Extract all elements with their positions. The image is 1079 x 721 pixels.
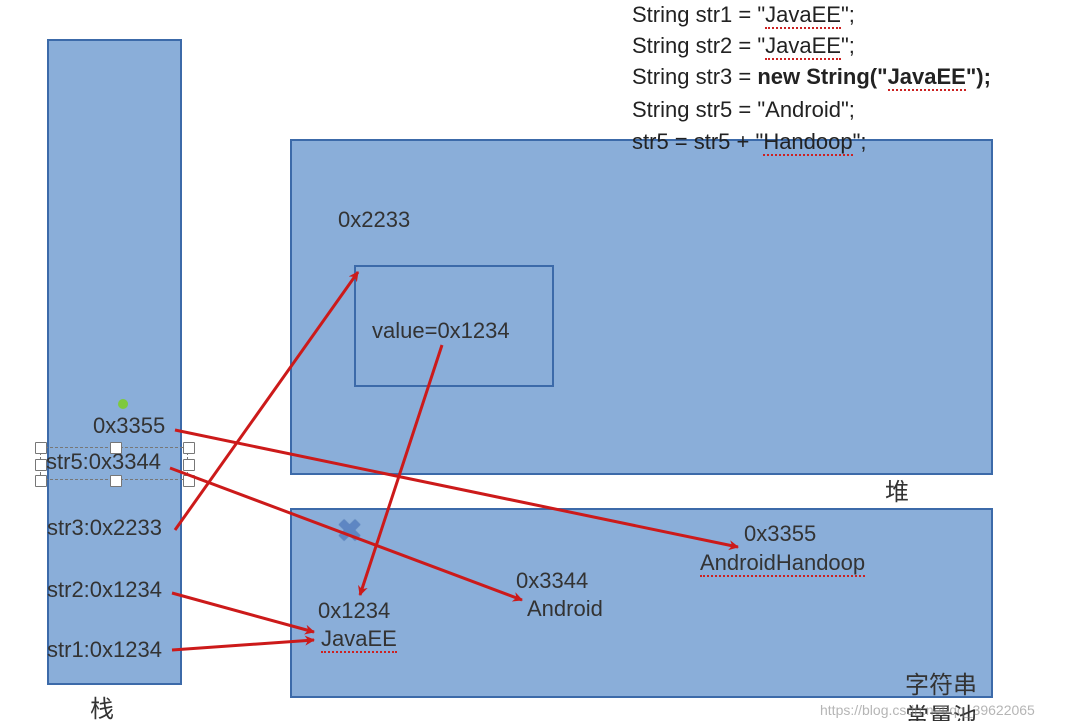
- pool-e3-addr: 0x3355: [744, 521, 816, 547]
- code-text: ");: [966, 64, 991, 89]
- code-text: String str5 = "Android";: [632, 97, 855, 122]
- heap-object-value: value=0x1234: [372, 318, 510, 344]
- stack-str2: str2:0x1234: [47, 577, 162, 603]
- code-text: Handoop: [763, 129, 852, 156]
- diagram-canvas: 栈 堆 字符串 常量池 0x2233 value=0x1234 String s…: [0, 0, 1079, 721]
- watermark: https://blog.csdn.net/qq_39622065: [820, 702, 1035, 718]
- code-text: ";: [853, 129, 867, 154]
- code-text: new String(": [757, 64, 887, 89]
- selection-handle[interactable]: [35, 459, 47, 471]
- text: JavaEE: [321, 626, 397, 653]
- selection-handle[interactable]: [183, 442, 195, 454]
- code-text: String str2 = ": [632, 33, 765, 58]
- stack-new-addr: 0x3355: [93, 413, 165, 439]
- code-text: ";: [841, 2, 855, 27]
- text: AndroidHandoop: [700, 550, 865, 577]
- pool-e1-addr: 0x1234: [318, 598, 390, 624]
- pool-label-top: 字符串: [905, 665, 977, 700]
- pool-e3-val: AndroidHandoop: [700, 550, 865, 576]
- code-line-2: String str2 = "JavaEE";: [632, 31, 855, 61]
- pool-e1-val: JavaEE: [321, 626, 397, 652]
- code-line-4: String str5 = "Android";: [632, 95, 855, 125]
- rotate-handle[interactable]: [118, 399, 128, 409]
- selection-handle[interactable]: [183, 475, 195, 487]
- pool-e2-addr: 0x3344: [516, 568, 588, 594]
- code-line-3: String str3 = new String("JavaEE");: [632, 62, 991, 92]
- code-line-5: str5 = str5 + "Handoop";: [632, 127, 867, 157]
- pool-e2-val: Android: [527, 596, 603, 622]
- stack-str1: str1:0x1234: [47, 637, 162, 663]
- selection-handle[interactable]: [35, 442, 47, 454]
- selection-handle[interactable]: [110, 475, 122, 487]
- pool-box: [290, 508, 993, 698]
- selection-handle[interactable]: [110, 442, 122, 454]
- code-text: String str3 =: [632, 64, 757, 89]
- stack-str5: str5:0x3344: [46, 449, 161, 475]
- code-text: String str1 = ": [632, 2, 765, 27]
- code-text: str5 = str5 + ": [632, 129, 763, 154]
- delete-x-icon: ✖: [337, 514, 362, 549]
- heap-object-addr: 0x2233: [338, 207, 410, 233]
- code-text: ";: [841, 33, 855, 58]
- code-text: JavaEE: [765, 33, 841, 60]
- heap-label: 堆: [885, 472, 909, 507]
- stack-label: 栈: [90, 689, 114, 721]
- code-text: JavaEE: [888, 64, 966, 91]
- selection-handle[interactable]: [183, 459, 195, 471]
- code-line-1: String str1 = "JavaEE";: [632, 0, 855, 30]
- stack-str3: str3:0x2233: [47, 515, 162, 541]
- code-text: JavaEE: [765, 2, 841, 29]
- selection-handle[interactable]: [35, 475, 47, 487]
